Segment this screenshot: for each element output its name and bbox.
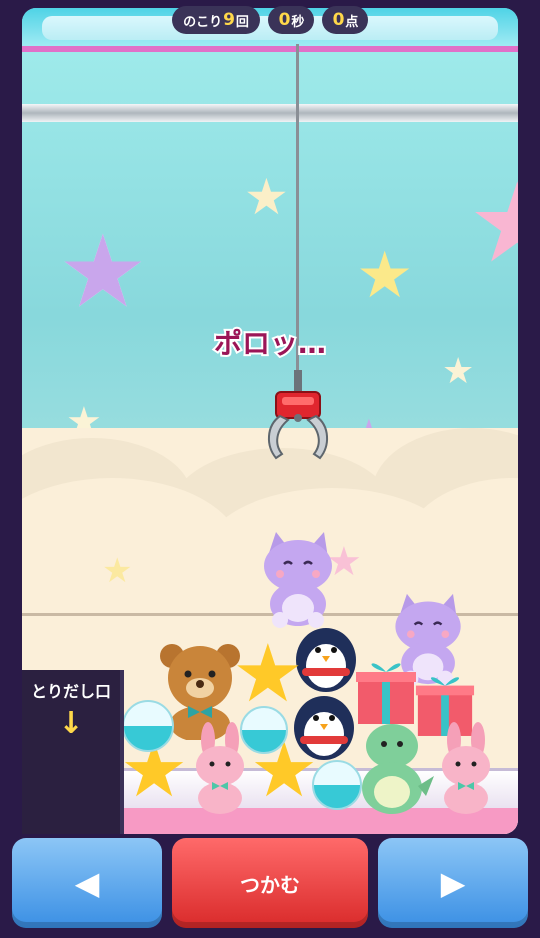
seconds-unit: 秒 — [291, 14, 305, 30]
down-arrow-icon: ↓ — [58, 706, 84, 741]
remaining-tries-counter: のこり 9 回 — [172, 6, 260, 34]
star-decoration-cream-small: ★ — [442, 351, 475, 392]
score-display: 0 点 — [322, 6, 368, 34]
star-decoration-pink: ★ — [468, 159, 518, 287]
left-arrow-icon: ◀ — [74, 864, 100, 902]
remaining-count: 9 — [223, 10, 235, 30]
score-value: 0 — [332, 10, 345, 30]
timer-display: 0 秒 — [268, 6, 314, 34]
purple-cat-plush — [264, 532, 332, 628]
star-decoration-yellow-small: ★ — [102, 551, 133, 591]
claw-rail — [22, 104, 518, 122]
star-decoration-cream: ★ — [244, 168, 289, 226]
pink-bunny-plush — [442, 722, 490, 814]
prize-chute: とりだし口 ↓ — [22, 670, 124, 834]
grab-button-label: つかむ — [240, 872, 300, 897]
move-left-button[interactable]: ◀ — [12, 838, 162, 928]
score-unit: 点 — [345, 14, 359, 30]
star-decoration-purple: ★ — [58, 213, 148, 330]
remaining-prefix: のこり — [183, 14, 223, 30]
chute-label: とりだし口 — [30, 682, 111, 701]
move-right-button[interactable]: ▶ — [378, 838, 528, 928]
crane-claw — [268, 370, 328, 460]
pink-bunny-plush — [196, 722, 244, 814]
star-decoration-yellow: ★ — [356, 239, 414, 313]
grab-button[interactable]: つかむ — [172, 838, 368, 928]
green-dinosaur-plush — [362, 724, 434, 814]
capsule-ball — [122, 700, 174, 752]
star-plush: ★ — [232, 627, 304, 720]
drop-message: ポロッ… — [212, 325, 328, 362]
capsule-ball — [312, 760, 362, 810]
remaining-suffix: 回 — [235, 14, 249, 30]
right-arrow-icon: ▶ — [440, 864, 466, 902]
seconds-value: 0 — [278, 10, 291, 30]
